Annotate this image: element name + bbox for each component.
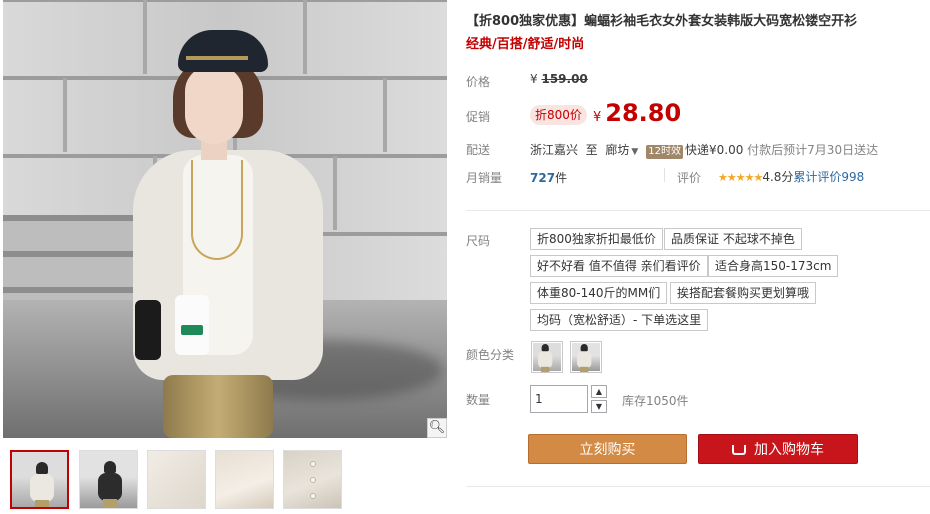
product-title: 【折800独家优惠】蝙蝠衫袖毛衣女外套女装韩版大码宽松镂空开衫	[466, 14, 858, 29]
star-icons: ★★★★★	[718, 171, 763, 184]
thumbnail-1[interactable]	[10, 450, 69, 509]
size-option-2[interactable]: 品质保证 不起球不掉色	[664, 228, 802, 250]
stock-count: 库存1050件	[622, 394, 689, 408]
divider	[664, 168, 665, 182]
ship-from: 浙江嘉兴	[530, 143, 579, 157]
quantity-label: 数量	[466, 393, 491, 407]
cart-icon	[732, 445, 746, 455]
color-option-light[interactable]	[531, 341, 563, 373]
thumbnail-4[interactable]	[215, 450, 274, 509]
ship-to-select[interactable]: 廊坊	[605, 143, 629, 157]
color-label: 颜色分类	[466, 348, 515, 362]
size-option-4[interactable]: 适合身高150-173cm	[708, 255, 839, 277]
rating-score: 4.8分	[762, 170, 794, 184]
color-option-dark[interactable]	[570, 341, 602, 373]
size-option-5[interactable]: 体重80-140斤的MM们	[530, 282, 668, 304]
add-to-cart-label: 加入购物车	[754, 442, 824, 458]
buy-now-label: 立刻购买	[579, 442, 636, 458]
sales-label: 月销量	[466, 171, 503, 185]
size-option-6[interactable]: 挨搭配套餐购买更划算哦	[670, 282, 817, 304]
magnifier-icon[interactable]: 🔍︎	[427, 418, 447, 438]
main-product-image[interactable]: 🔍︎	[3, 0, 447, 438]
thumbnail-2[interactable]	[79, 450, 138, 509]
product-subtitle: 经典/百搭/舒适/时尚	[466, 37, 585, 52]
shipping-info: 浙江嘉兴 至 廊坊 ▼ 12时效 快递¥0.00 付款后预计7月30日送达	[530, 143, 879, 159]
review-count-link[interactable]: 累计评价998	[793, 170, 864, 184]
size-option-1[interactable]: 折800独家折扣最低价	[530, 228, 663, 250]
promo-price: ¥28.80	[593, 99, 682, 127]
price-label: 价格	[466, 75, 491, 89]
quantity-decrease-button[interactable]: ▼	[591, 400, 607, 413]
rating-label: 评价	[677, 171, 702, 185]
section-divider	[466, 210, 930, 211]
promo-badge: 折800价	[530, 105, 587, 125]
rating-summary[interactable]: ★★★★★4.8分累计评价998	[718, 168, 864, 185]
size-option-3[interactable]: 好不好看 值不值得 亲们看评价	[530, 255, 708, 277]
chevron-down-icon[interactable]: ▼	[631, 147, 638, 157]
model-figure	[123, 30, 333, 438]
size-option-7[interactable]: 均码（宽松舒适）- 下单选这里	[530, 309, 709, 331]
thumbnail-3[interactable]	[147, 450, 206, 509]
quantity-input[interactable]	[530, 385, 588, 413]
thumbnail-5[interactable]	[283, 450, 342, 509]
original-price: ¥ 159.00	[530, 72, 588, 86]
delivery-time-badge: 12时效	[646, 145, 683, 159]
delivery-estimate: 付款后预计7月30日送达	[747, 143, 879, 157]
section-divider-bottom	[466, 486, 930, 487]
add-to-cart-button[interactable]: 加入购物车	[698, 434, 858, 464]
shipping-label: 配送	[466, 143, 491, 157]
shipping-fee: 快递¥0.00	[684, 143, 744, 157]
promo-label: 促销	[466, 110, 491, 124]
monthly-sales: 727件	[530, 171, 568, 185]
buy-now-button[interactable]: 立刻购买	[528, 434, 687, 464]
quantity-increase-button[interactable]: ▲	[591, 385, 607, 398]
size-label: 尺码	[466, 234, 491, 248]
